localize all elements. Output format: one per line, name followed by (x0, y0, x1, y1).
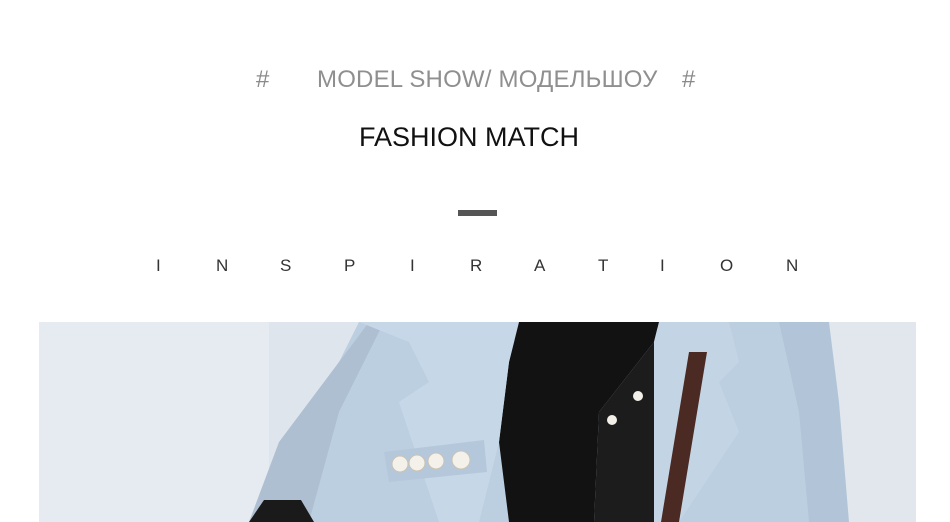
model-show-header: # MODEL SHOW/ МОДЕЛЬШОУ # (0, 64, 950, 98)
hash-left: # (256, 66, 270, 93)
inspiration-letter: P (344, 256, 356, 275)
inspiration-letter: R (470, 256, 483, 275)
pocket-button (427, 452, 445, 470)
inspiration-letter: I (410, 256, 415, 275)
inspiration-letter: O (720, 256, 734, 275)
product-detail-section: # MODEL SHOW/ МОДЕЛЬШОУ # FASHION MATCH … (0, 0, 950, 522)
model-show-title: MODEL SHOW/ МОДЕЛЬШОУ (317, 66, 658, 93)
model-photo (39, 322, 916, 522)
hash-right: # (682, 66, 696, 93)
fashion-match-heading: FASHION MATCH (358, 122, 579, 152)
heading-divider (458, 210, 497, 216)
inspiration-letter: T (598, 256, 609, 275)
pocket-button (451, 450, 471, 470)
blouse-button (633, 391, 643, 401)
inspiration-letter: I (660, 256, 665, 275)
blouse-button (607, 415, 617, 425)
inspiration-letter: N (786, 256, 799, 275)
inspiration-letter: N (216, 256, 229, 275)
pocket-button (408, 454, 426, 472)
model-photo-illustration (39, 322, 916, 522)
inspiration-spaced-text: I N S P I R A T I O N (150, 256, 810, 280)
inspiration-letter: A (534, 256, 546, 275)
photo-background-left (39, 322, 269, 522)
inspiration-letter: I (156, 256, 161, 275)
inspiration-letter: S (280, 256, 292, 275)
pocket-button (391, 455, 409, 473)
